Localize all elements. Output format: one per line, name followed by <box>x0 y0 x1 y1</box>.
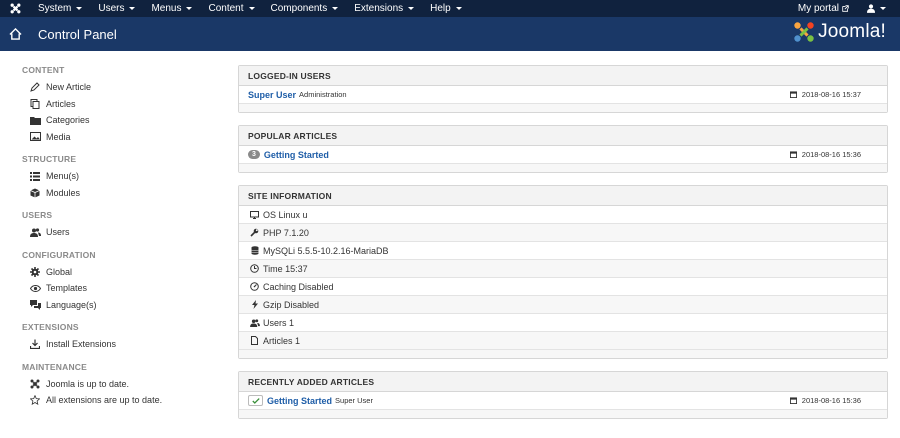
wrench-icon <box>248 228 261 237</box>
menu-menus[interactable]: Menus <box>143 3 200 14</box>
user-icon <box>867 4 875 13</box>
cube-icon <box>28 188 42 198</box>
lightning-icon <box>248 300 261 309</box>
menu-extensions[interactable]: Extensions <box>346 3 422 14</box>
menu-system[interactable]: System <box>30 3 90 14</box>
clock-icon <box>248 264 261 273</box>
panel-title: SITE INFORMATION <box>239 186 887 206</box>
joomla-logo-icon[interactable] <box>0 3 30 14</box>
list-item: 3 Getting Started 2018-08-16 15:36 <box>239 146 887 164</box>
logged-in-users-panel: LOGGED-IN USERS Super User Administratio… <box>238 65 888 113</box>
comments-icon <box>28 299 42 310</box>
sidebar-item-menus[interactable]: Menu(s) <box>22 168 238 185</box>
caret-down-icon <box>129 7 136 10</box>
user-menu[interactable] <box>867 4 886 13</box>
list-item: Users 1 <box>239 314 887 332</box>
caret-down-icon <box>76 7 83 10</box>
hits-badge: 3 <box>248 150 260 159</box>
external-link-icon <box>842 5 849 12</box>
database-icon <box>248 246 261 255</box>
sidebar-item-categories[interactable]: Categories <box>22 112 238 129</box>
list-item: OS Linux u <box>239 206 887 224</box>
list-item: Time 15:37 <box>239 260 887 278</box>
list-item: Articles 1 <box>239 332 887 350</box>
image-icon <box>28 132 42 142</box>
article-link[interactable]: Getting Started <box>264 150 329 160</box>
menu-users[interactable]: Users <box>90 3 143 14</box>
sidebar: CONTENT New Article Articles Categories … <box>0 65 238 431</box>
caret-down-icon <box>186 7 193 10</box>
sidebar-item-modules[interactable]: Modules <box>22 185 238 202</box>
list-item: PHP 7.1.20 <box>239 224 887 242</box>
my-portal-link[interactable]: My portal <box>798 3 849 14</box>
joomla-brand-icon <box>794 22 814 42</box>
sidebar-heading-extensions: EXTENSIONS <box>22 322 79 332</box>
panel-title: LOGGED-IN USERS <box>239 66 887 86</box>
sidebar-heading-content: CONTENT <box>22 65 65 75</box>
main-content: LOGGED-IN USERS Super User Administratio… <box>238 65 888 431</box>
sidebar-item-joomla-status[interactable]: Joomla is up to date. <box>22 376 238 393</box>
menu-content[interactable]: Content <box>200 3 262 14</box>
calendar-icon <box>789 151 797 158</box>
panel-title: POPULAR ARTICLES <box>239 126 887 146</box>
list-item: Super User Administration 2018-08-16 15:… <box>239 86 887 104</box>
recent-articles-panel: RECENTLY ADDED ARTICLES Getting Started … <box>238 371 888 419</box>
dashboard-icon <box>248 282 261 291</box>
cog-icon <box>28 266 42 277</box>
copy-icon <box>28 98 42 109</box>
site-information-panel: SITE INFORMATION OS Linux u PHP 7.1.20 M… <box>238 185 888 359</box>
pencil-icon <box>28 82 42 93</box>
published-check-icon[interactable] <box>248 395 263 406</box>
caret-down-icon <box>248 7 255 10</box>
sidebar-heading-structure: STRUCTURE <box>22 154 77 164</box>
page-title: Control Panel <box>38 26 117 42</box>
top-navbar: System Users Menus Content Components Ex… <box>0 0 900 17</box>
star-icon <box>28 395 42 406</box>
panel-title: RECENTLY ADDED ARTICLES <box>239 372 887 392</box>
upload-icon <box>28 339 42 350</box>
main-menu: System Users Menus Content Components Ex… <box>30 3 470 14</box>
sidebar-item-users[interactable]: Users <box>22 224 238 241</box>
sidebar-heading-maintenance: MAINTENANCE <box>22 361 88 372</box>
sidebar-item-media[interactable]: Media <box>22 129 238 146</box>
sidebar-item-languages[interactable]: Language(s) <box>22 297 238 314</box>
page-header: Control Panel Joomla! <box>0 17 900 51</box>
sidebar-item-install-extensions[interactable]: Install Extensions <box>22 336 238 353</box>
menu-help[interactable]: Help <box>422 3 470 14</box>
popular-articles-panel: POPULAR ARTICLES 3 Getting Started 2018-… <box>238 125 888 173</box>
users-icon <box>248 318 261 327</box>
sidebar-item-articles[interactable]: Articles <box>22 96 238 113</box>
list-item: Getting Started Super User 2018-08-16 15… <box>239 392 887 410</box>
caret-down-icon <box>332 7 339 10</box>
list-item: MySQLi 5.5.5-10.2.16-MariaDB <box>239 242 887 260</box>
list-item: Gzip Disabled <box>239 296 887 314</box>
calendar-icon <box>789 91 797 98</box>
file-icon <box>248 336 261 345</box>
article-link[interactable]: Getting Started <box>267 396 332 406</box>
calendar-icon <box>789 397 797 404</box>
monitor-icon <box>248 210 261 219</box>
folder-icon <box>28 116 42 125</box>
list-icon <box>28 171 42 181</box>
sidebar-item-templates[interactable]: Templates <box>22 280 238 297</box>
eye-icon <box>28 284 42 292</box>
sidebar-heading-users: USERS <box>22 210 53 220</box>
user-link[interactable]: Super User <box>248 90 296 100</box>
sidebar-item-new-article[interactable]: New Article <box>22 79 238 96</box>
caret-down-icon <box>408 7 415 10</box>
sidebar-item-extensions-status[interactable]: All extensions are up to date. <box>22 392 238 409</box>
home-icon <box>0 28 30 40</box>
caret-down-icon <box>455 7 462 10</box>
joomla-brand-logo[interactable]: Joomla! <box>793 21 886 43</box>
sidebar-item-global[interactable]: Global <box>22 264 238 281</box>
joomla-icon <box>28 379 42 389</box>
sidebar-heading-configuration: CONFIGURATION <box>22 249 96 260</box>
users-icon <box>28 228 42 237</box>
menu-components[interactable]: Components <box>263 3 347 14</box>
list-item: Caching Disabled <box>239 278 887 296</box>
caret-down-icon <box>880 7 886 10</box>
